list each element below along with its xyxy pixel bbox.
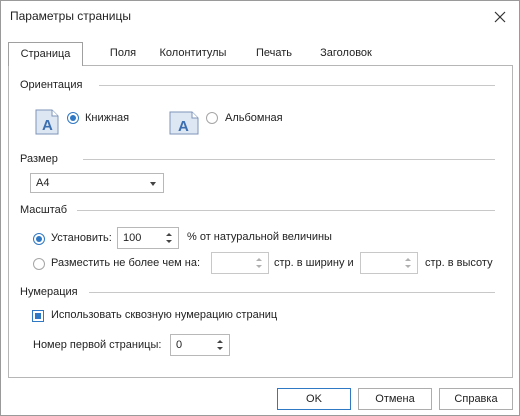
tab-margins[interactable]: Поля	[108, 42, 138, 65]
chevron-down-icon	[150, 182, 156, 186]
paper-size-select[interactable]: A4	[30, 173, 164, 193]
spin-up-icon[interactable]	[217, 340, 223, 343]
scale-fit-label: Разместить не более чем на:	[51, 257, 201, 269]
landscape-radio[interactable]	[206, 112, 218, 124]
spin-down-icon[interactable]	[256, 265, 262, 268]
tab-headers-footers[interactable]: Колонтитулы	[153, 42, 233, 65]
scale-percent-stepper[interactable]: 100	[117, 227, 179, 249]
portrait-radio[interactable]	[67, 112, 79, 124]
spin-up-icon[interactable]	[166, 233, 172, 236]
page-setup-dialog: Параметры страницы Страница Поля Колонти…	[0, 0, 520, 416]
dialog-title: Параметры страницы	[10, 9, 131, 23]
fit-height-stepper[interactable]	[360, 252, 418, 274]
divider	[99, 85, 495, 86]
fit-width-stepper[interactable]	[211, 252, 269, 274]
landscape-label: Альбомная	[225, 112, 283, 124]
portrait-label: Книжная	[85, 112, 130, 124]
first-page-number-value: 0	[176, 339, 183, 351]
tab-print[interactable]: Печать	[251, 42, 297, 65]
divider	[89, 292, 495, 293]
orientation-heading: Ориентация	[20, 79, 83, 91]
spin-down-icon[interactable]	[405, 265, 411, 268]
ok-button[interactable]: OK	[277, 388, 351, 410]
scale-set-label: Установить:	[51, 232, 112, 244]
first-page-label: Номер первой страницы:	[33, 339, 162, 351]
divider	[77, 210, 495, 211]
first-page-number-stepper[interactable]: 0	[170, 334, 230, 356]
tab-page[interactable]: Страница	[8, 42, 83, 66]
spin-down-icon[interactable]	[166, 240, 172, 243]
fit-height-suffix: стр. в высоту	[425, 257, 493, 269]
scale-heading: Масштаб	[20, 204, 68, 216]
fit-width-suffix: стр. в ширину и	[274, 257, 354, 269]
scale-fit-radio[interactable]	[33, 258, 45, 270]
portrait-page-icon: A	[35, 109, 59, 135]
scale-percent-value: 100	[123, 232, 142, 244]
tab-title[interactable]: Заголовок	[316, 42, 376, 65]
dialog-footer: OK Отмена Справка	[1, 379, 519, 415]
scale-percent-suffix: % от натуральной величины	[187, 231, 332, 243]
divider	[83, 159, 495, 160]
continuous-numbering-checkbox[interactable]	[32, 310, 44, 322]
spin-up-icon[interactable]	[256, 258, 262, 261]
spin-down-icon[interactable]	[217, 347, 223, 350]
numbering-heading: Нумерация	[20, 286, 78, 298]
size-heading: Размер	[20, 153, 58, 165]
landscape-page-icon: A	[169, 111, 199, 135]
landscape-icon-letter: A	[178, 118, 189, 135]
scale-set-radio[interactable]	[33, 233, 45, 245]
portrait-icon-letter: A	[42, 117, 53, 134]
cancel-button[interactable]: Отмена	[358, 388, 432, 410]
tab-panel-page: Ориентация A Книжная A Альбомная Размер …	[8, 65, 513, 378]
spin-up-icon[interactable]	[405, 258, 411, 261]
help-button[interactable]: Справка	[439, 388, 513, 410]
paper-size-value: A4	[36, 177, 50, 189]
continuous-numbering-label: Использовать сквозную нумерацию страниц	[51, 309, 278, 321]
title-bar: Параметры страницы	[1, 1, 519, 33]
tab-bar: Страница Поля Колонтитулы Печать Заголов…	[8, 42, 513, 66]
close-icon[interactable]	[491, 8, 509, 26]
